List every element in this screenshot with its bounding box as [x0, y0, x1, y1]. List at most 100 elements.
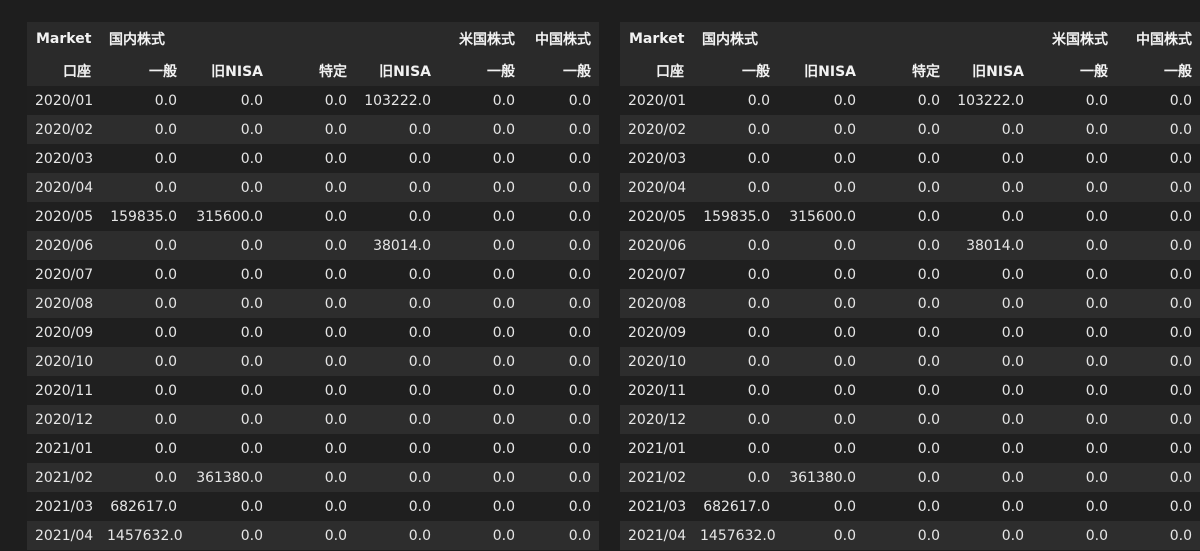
column-group-header: 国内株式 [692, 22, 864, 56]
table-cell: 0.0 [185, 492, 271, 521]
table-cell: 0.0 [523, 376, 599, 405]
table-cell: 0.0 [1116, 492, 1200, 521]
table-cell: 0.0 [99, 405, 185, 434]
table-row: 2021/03 682617.0 0.0 0.0 0.0 0.0 0.0 [620, 492, 1200, 521]
table-cell: 0.0 [439, 260, 523, 289]
row-index-date: 2021/02 [620, 463, 692, 492]
row-index-date: 2020/04 [27, 173, 99, 202]
table-cell: 0.0 [99, 231, 185, 260]
table-cell: 0.0 [523, 405, 599, 434]
row-index-date: 2020/06 [27, 231, 99, 260]
table-cell: 0.0 [1032, 521, 1116, 550]
table-cell: 0.0 [1032, 405, 1116, 434]
table-cell: 0.0 [692, 173, 778, 202]
table-cell: 103222.0 [948, 86, 1032, 115]
column-subheader: 旧NISA [778, 56, 864, 86]
table-cell: 0.0 [185, 231, 271, 260]
row-index-date: 2020/11 [27, 376, 99, 405]
table-body: 2020/01 0.0 0.0 0.0 103222.0 0.0 0.0 2020/02 0.0… [620, 86, 1200, 550]
table-cell: 0.0 [948, 347, 1032, 376]
table-row: 2020/12 0.0 0.0 0.0 0.0 0.0 0.0 [27, 405, 599, 434]
table-cell: 0.0 [355, 463, 439, 492]
table-cell: 0.0 [1116, 434, 1200, 463]
table-cell: 0.0 [1032, 260, 1116, 289]
table-cell: 0.0 [355, 521, 439, 550]
table-cell: 0.0 [523, 173, 599, 202]
table-cell: 0.0 [692, 115, 778, 144]
table-cell: 0.0 [778, 115, 864, 144]
table-cell: 315600.0 [185, 202, 271, 231]
row-index-date: 2020/06 [620, 231, 692, 260]
table-cell: 0.0 [271, 260, 355, 289]
table-cell: 0.0 [864, 463, 948, 492]
table-cell: 0.0 [864, 173, 948, 202]
table-cell: 0.0 [523, 202, 599, 231]
column-subheader: 旧NISA [185, 56, 271, 86]
row-index-date: 2020/10 [620, 347, 692, 376]
row-index-date: 2020/10 [27, 347, 99, 376]
row-index-date: 2020/03 [27, 144, 99, 173]
table-cell: 0.0 [948, 173, 1032, 202]
table-cell: 682617.0 [692, 492, 778, 521]
table-cell: 0.0 [523, 144, 599, 173]
table-cell: 0.0 [692, 463, 778, 492]
table-header: Market 国内株式 米国株式 中国株式 口座 一般 旧NISA 特定 旧NISA 一般 一般 [620, 22, 1200, 86]
table-cell: 0.0 [99, 434, 185, 463]
table-cell: 0.0 [355, 376, 439, 405]
table-cell: 0.0 [692, 231, 778, 260]
table-cell: 682617.0 [99, 492, 185, 521]
column-subheader: 一般 [523, 56, 599, 86]
table-row: 2020/08 0.0 0.0 0.0 0.0 0.0 0.0 [620, 289, 1200, 318]
table-cell: 0.0 [185, 376, 271, 405]
table-cell: 0.0 [948, 260, 1032, 289]
table-cell: 0.0 [1032, 115, 1116, 144]
table-cell: 0.0 [355, 492, 439, 521]
table-cell: 0.0 [1032, 289, 1116, 318]
table-cell: 0.0 [185, 405, 271, 434]
column-level-name-market: Market [27, 22, 99, 56]
table-cell: 0.0 [948, 202, 1032, 231]
table-cell: 0.0 [778, 289, 864, 318]
notebook-output-area: Market 国内株式 米国株式 中国株式 口座 一般 旧NISA 特定 旧NISA 一般 一般 20… [0, 0, 1200, 551]
column-group-header: 中国株式 [1116, 22, 1200, 56]
table-cell: 0.0 [948, 434, 1032, 463]
row-index-date: 2020/09 [27, 318, 99, 347]
table-cell: 0.0 [355, 260, 439, 289]
row-index-date: 2020/05 [620, 202, 692, 231]
table-row: 2020/08 0.0 0.0 0.0 0.0 0.0 0.0 [27, 289, 599, 318]
column-level-name-account: 口座 [620, 56, 692, 86]
table-cell: 0.0 [99, 115, 185, 144]
row-index-date: 2020/02 [620, 115, 692, 144]
table-row: 2020/03 0.0 0.0 0.0 0.0 0.0 0.0 [27, 144, 599, 173]
row-index-date: 2020/11 [620, 376, 692, 405]
table-cell: 0.0 [185, 115, 271, 144]
table-cell: 0.0 [271, 202, 355, 231]
table-cell: 1457632.0 [692, 521, 778, 550]
table-cell: 0.0 [185, 318, 271, 347]
table-row: 2020/07 0.0 0.0 0.0 0.0 0.0 0.0 [27, 260, 599, 289]
table-row: 2020/03 0.0 0.0 0.0 0.0 0.0 0.0 [620, 144, 1200, 173]
table-cell: 0.0 [864, 492, 948, 521]
table-cell: 0.0 [948, 318, 1032, 347]
table-cell: 0.0 [692, 376, 778, 405]
table-cell: 0.0 [439, 115, 523, 144]
row-index-date: 2020/07 [620, 260, 692, 289]
table-cell: 0.0 [948, 463, 1032, 492]
table-cell: 0.0 [439, 463, 523, 492]
table-cell: 0.0 [523, 318, 599, 347]
dataframe-right: Market 国内株式 米国株式 中国株式 口座 一般 旧NISA 特定 旧NISA 一般 一般 20… [620, 22, 1200, 550]
table-row: 2020/12 0.0 0.0 0.0 0.0 0.0 0.0 [620, 405, 1200, 434]
dataframe-table: Market 国内株式 米国株式 中国株式 口座 一般 旧NISA 特定 旧NISA 一般 一般 20… [620, 22, 1200, 550]
table-row: 2021/02 0.0 361380.0 0.0 0.0 0.0 0.0 [27, 463, 599, 492]
table-cell: 0.0 [439, 173, 523, 202]
table-cell: 0.0 [99, 463, 185, 492]
table-cell: 159835.0 [99, 202, 185, 231]
table-cell: 0.0 [692, 144, 778, 173]
row-index-date: 2021/01 [620, 434, 692, 463]
table-cell: 0.0 [185, 144, 271, 173]
table-cell: 0.0 [692, 347, 778, 376]
table-cell: 0.0 [271, 492, 355, 521]
table-cell: 0.0 [864, 289, 948, 318]
table-cell: 0.0 [523, 347, 599, 376]
table-cell: 0.0 [439, 318, 523, 347]
